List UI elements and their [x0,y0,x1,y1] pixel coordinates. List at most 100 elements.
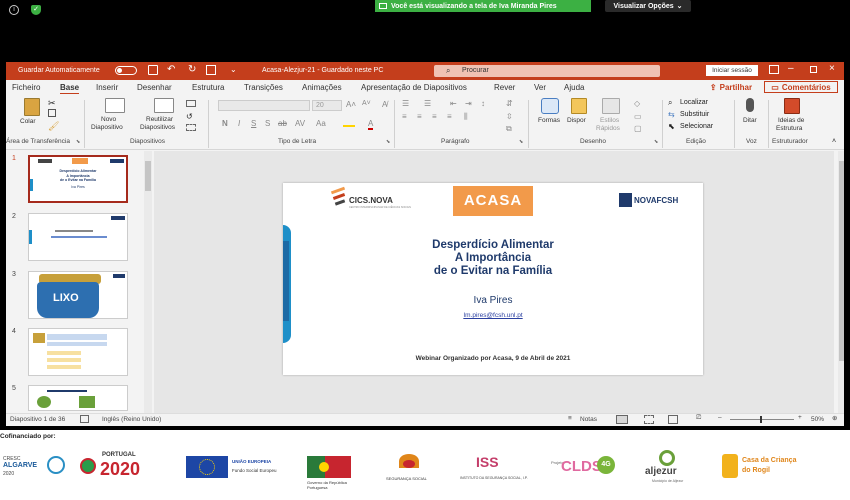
fit-to-window-icon[interactable]: ⊕ [832,414,837,422]
smartart-icon[interactable]: ⧉ [506,124,512,134]
customize-toolbar-icon[interactable]: ⌄ [230,65,237,74]
align-right-icon[interactable]: ≡ [432,112,437,121]
font-name-field[interactable] [218,100,310,111]
text-direction-icon[interactable]: ⇵ [506,99,513,108]
italic-icon[interactable]: I [238,119,240,128]
tab-transicoes[interactable]: Transições [244,83,283,92]
view-options-button[interactable]: Visualizar Opções ⌄ [605,0,691,12]
clipboard-launcher-icon[interactable]: ⬊ [76,139,80,145]
find-label[interactable]: Localizar [680,99,708,106]
decrease-font-icon[interactable]: A˅ [362,100,371,107]
thumbnail-slide-5[interactable] [28,385,128,411]
slide-author[interactable]: Iva Pires [283,295,703,306]
select-label[interactable]: Selecionar [680,123,713,130]
tab-ajuda[interactable]: Ajuda [564,83,584,92]
select-icon[interactable]: ⬉ [668,122,675,131]
reset-icon[interactable]: ↺ [186,112,193,121]
quick-styles-label-1[interactable]: Estilos [600,117,619,125]
save-icon[interactable] [148,65,158,75]
slide-editor[interactable]: CICS.NOVA CENTRO INTERDISCIPLINAR DE CIÊ… [154,151,844,413]
line-spacing-icon[interactable]: ↕ [481,99,485,108]
numbering-icon[interactable]: ☰ [424,99,431,108]
minimize-icon[interactable]: – [788,63,794,74]
reuse-slides-label-1[interactable]: Reutilizar [146,116,173,124]
redo-icon[interactable]: ↻ [188,64,196,75]
design-ideas-icon[interactable] [784,98,800,114]
autosave-toggle[interactable] [115,66,137,75]
change-case-icon[interactable]: Aa [316,119,326,128]
tab-animacoes[interactable]: Animações [302,83,342,92]
search-box[interactable]: ⌕ Procurar [434,65,660,77]
shield-icon[interactable]: ✓ [31,5,41,15]
collapse-ribbon-icon[interactable]: ˄ [832,138,836,145]
zoom-slider-thumb[interactable] [760,416,762,423]
tab-estrutura[interactable]: Estrutura [192,83,224,92]
tab-apresentacao[interactable]: Apresentação de Diapositivos [361,83,467,92]
paste-label[interactable]: Colar [20,118,36,126]
align-text-icon[interactable]: ⇳ [506,112,513,121]
find-icon[interactable]: ⌕ [668,98,672,108]
design-ideas-label-2[interactable]: Estrutura [776,125,802,133]
thumbnail-slide-4[interactable] [28,328,128,376]
increase-font-icon[interactable]: A˄ [346,100,356,109]
font-launcher-icon[interactable]: ⬊ [386,139,390,145]
microphone-icon[interactable] [746,98,754,112]
increase-indent-icon[interactable]: ⇥ [465,99,472,108]
zoom-in-icon[interactable]: + [798,414,802,421]
close-icon[interactable]: × [829,63,835,74]
shape-effects-icon[interactable]: ▢ [634,124,642,133]
slide-title[interactable]: Desperdício Alimentar A Importância de o… [283,239,703,278]
justify-icon[interactable]: ≡ [447,112,452,121]
start-presentation-icon[interactable] [206,65,216,75]
font-color-icon[interactable]: A [368,119,374,130]
thumbnail-slide-2[interactable] [28,213,128,261]
tab-ficheiro[interactable]: Ficheiro [12,83,40,92]
font-size-field[interactable]: 20 [312,100,342,111]
format-painter-icon[interactable]: 🖌 [48,121,59,132]
slide-email-link[interactable]: Im.pires@fcsh.unl.pt [283,312,703,319]
char-spacing-icon[interactable]: AV [295,119,305,128]
slideshow-icon[interactable]: ⎚ [696,414,701,422]
current-slide[interactable]: CICS.NOVA CENTRO INTERDISCIPLINAR DE CIÊ… [283,183,703,375]
info-icon[interactable]: i [9,5,19,15]
align-left-icon[interactable]: ≡ [402,112,407,121]
paragraph-launcher-icon[interactable]: ⬊ [519,139,523,145]
shapes-icon[interactable] [541,98,559,114]
shadow-icon[interactable]: S [265,119,270,128]
ribbon-display-icon[interactable] [769,65,779,74]
shape-fill-icon[interactable]: ◇ [634,99,640,108]
accessibility-icon[interactable] [80,415,89,423]
thumbnail-slide-1[interactable]: Desperdício Alimentar A Importância de o… [28,155,128,203]
tab-inserir[interactable]: Inserir [96,83,118,92]
shape-outline-icon[interactable]: ▭ [634,112,642,121]
scroll-thumb[interactable] [145,161,151,191]
strikethrough-icon[interactable]: ab [278,119,287,128]
normal-view-icon[interactable] [616,415,628,424]
cut-icon[interactable]: ✂ [48,98,56,109]
bullets-icon[interactable]: ☰ [402,99,409,108]
section-icon[interactable] [186,124,196,131]
thumbnails-scrollbar[interactable] [144,151,152,413]
dictate-label[interactable]: Ditar [743,117,757,125]
thumbnail-slide-3[interactable]: LIXO [28,271,128,319]
design-ideas-label-1[interactable]: Ideias de [778,117,804,125]
arrange-label[interactable]: Dispor [567,117,586,125]
paste-icon[interactable] [24,98,40,116]
sign-in-button[interactable]: Iniciar sessão [706,65,758,76]
replace-icon[interactable]: ⇆ [668,110,675,119]
layout-icon[interactable] [186,100,196,107]
clear-format-icon[interactable]: A̸ [382,100,387,109]
quick-styles-label-2[interactable]: Rápidos [596,125,620,133]
zoom-out-icon[interactable]: – [718,414,722,421]
tab-ver[interactable]: Ver [534,83,546,92]
new-slide-label-2[interactable]: Diapositivo [91,124,123,132]
comments-button[interactable]: ▭ Comentários [764,81,838,93]
reuse-slides-icon[interactable] [154,98,174,113]
bold-icon[interactable]: N [222,119,228,128]
columns-icon[interactable]: ⫼ [464,112,468,122]
underline-icon[interactable]: S [251,119,256,128]
editor-scrollbar[interactable] [838,151,844,413]
decrease-indent-icon[interactable]: ⇤ [450,99,457,108]
notes-icon[interactable]: ≡ [568,415,572,422]
zoom-slider[interactable] [730,416,794,423]
